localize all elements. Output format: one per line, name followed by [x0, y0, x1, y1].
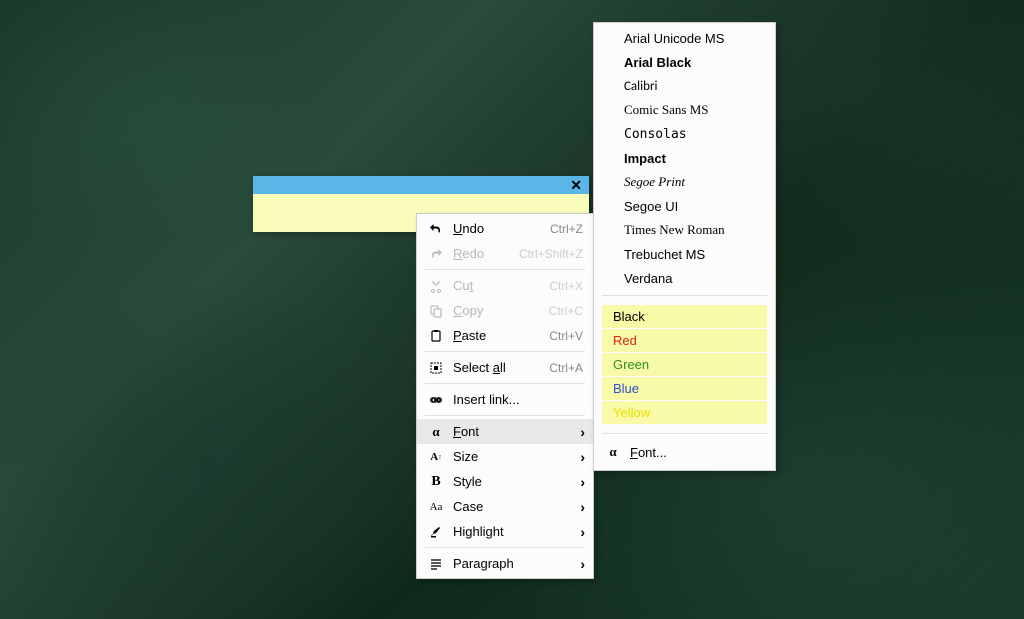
menu-shortcut: Ctrl+X [549, 279, 585, 293]
color-option-blue[interactable]: Blue [602, 377, 767, 400]
menu-label: Redo [447, 246, 519, 261]
font-icon: α [602, 444, 624, 460]
chevron-right-icon: › [571, 474, 585, 490]
font-option-consolas[interactable]: Consolas [594, 122, 775, 146]
chevron-right-icon: › [571, 449, 585, 465]
font-option-trebuchet[interactable]: Trebuchet MS [594, 242, 775, 266]
highlight-icon [425, 525, 447, 539]
menu-select-all[interactable]: Select all Ctrl+A [417, 355, 593, 380]
font-more[interactable]: α Font... [594, 438, 775, 466]
menu-label: Insert link... [447, 392, 585, 407]
chevron-right-icon: › [571, 524, 585, 540]
case-icon: Aa [425, 501, 447, 513]
menu-separator [425, 547, 585, 548]
copy-icon [425, 304, 447, 318]
menu-cut: Cut Ctrl+X [417, 273, 593, 298]
menu-label: Undo [447, 221, 550, 236]
menu-label: Font... [624, 445, 667, 460]
menu-size[interactable]: A↑ Size › [417, 444, 593, 469]
menu-label: Paragraph [447, 556, 571, 571]
select-all-icon [425, 361, 447, 375]
menu-label: Paste [447, 328, 549, 343]
font-option-segoe-ui[interactable]: Segoe UI [594, 194, 775, 218]
menu-label: Style [447, 474, 571, 489]
menu-separator [425, 351, 585, 352]
color-option-green[interactable]: Green [602, 353, 767, 376]
font-icon: α [425, 424, 447, 440]
chevron-right-icon: › [571, 556, 585, 572]
redo-icon [425, 247, 447, 261]
font-submenu: Arial Unicode MS Arial Black Calibri Com… [593, 22, 776, 471]
menu-redo: Redo Ctrl+Shift+Z [417, 241, 593, 266]
color-option-black[interactable]: Black [602, 305, 767, 328]
font-option-verdana[interactable]: Verdana [594, 266, 775, 290]
font-option-times-new-roman[interactable]: Times New Roman [594, 218, 775, 242]
paste-icon [425, 329, 447, 343]
menu-label: Cut [447, 278, 549, 293]
menu-separator [425, 383, 585, 384]
color-section: Black Red Green Blue Yellow [594, 301, 775, 429]
menu-shortcut: Ctrl+Z [550, 222, 585, 236]
font-option-calibri[interactable]: Calibri [594, 74, 775, 98]
menu-font[interactable]: α Font › [417, 419, 593, 444]
paragraph-icon [425, 557, 447, 571]
menu-label: Font [447, 424, 571, 439]
menu-separator [602, 433, 767, 434]
menu-copy: Copy Ctrl+C [417, 298, 593, 323]
close-icon[interactable]: ✕ [567, 177, 585, 194]
undo-icon [425, 222, 447, 236]
menu-style[interactable]: B Style › [417, 469, 593, 494]
sticky-note-titlebar[interactable]: ✕ [253, 176, 589, 194]
menu-paste[interactable]: Paste Ctrl+V [417, 323, 593, 348]
menu-insert-link[interactable]: Insert link... [417, 387, 593, 412]
color-option-red[interactable]: Red [602, 329, 767, 352]
menu-shortcut: Ctrl+V [549, 329, 585, 343]
link-icon [425, 393, 447, 407]
font-option-arial-black[interactable]: Arial Black [594, 50, 775, 74]
menu-case[interactable]: Aa Case › [417, 494, 593, 519]
font-option-segoe-print[interactable]: Segoe Print [594, 170, 775, 194]
font-option-arial-unicode[interactable]: Arial Unicode MS [594, 26, 775, 50]
menu-paragraph[interactable]: Paragraph › [417, 551, 593, 576]
cut-icon [425, 279, 447, 293]
menu-shortcut: Ctrl+A [549, 361, 585, 375]
menu-separator [602, 295, 767, 296]
size-icon: A↑ [425, 451, 447, 463]
font-option-impact[interactable]: Impact [594, 146, 775, 170]
chevron-right-icon: › [571, 499, 585, 515]
menu-undo[interactable]: Undo Ctrl+Z [417, 216, 593, 241]
bold-icon: B [425, 474, 447, 490]
menu-label: Select all [447, 360, 549, 375]
menu-shortcut: Ctrl+C [549, 304, 585, 318]
menu-separator [425, 415, 585, 416]
menu-label: Copy [447, 303, 549, 318]
menu-shortcut: Ctrl+Shift+Z [519, 247, 585, 261]
menu-label: Case [447, 499, 571, 514]
menu-separator [425, 269, 585, 270]
menu-label: Size [447, 449, 571, 464]
context-menu: Undo Ctrl+Z Redo Ctrl+Shift+Z Cut Ctrl+X… [416, 213, 594, 579]
font-option-comic-sans[interactable]: Comic Sans MS [594, 98, 775, 122]
color-option-yellow[interactable]: Yellow [602, 401, 767, 424]
chevron-right-icon: › [571, 424, 585, 440]
menu-highlight[interactable]: Highlight › [417, 519, 593, 544]
menu-label: Highlight [447, 524, 571, 539]
